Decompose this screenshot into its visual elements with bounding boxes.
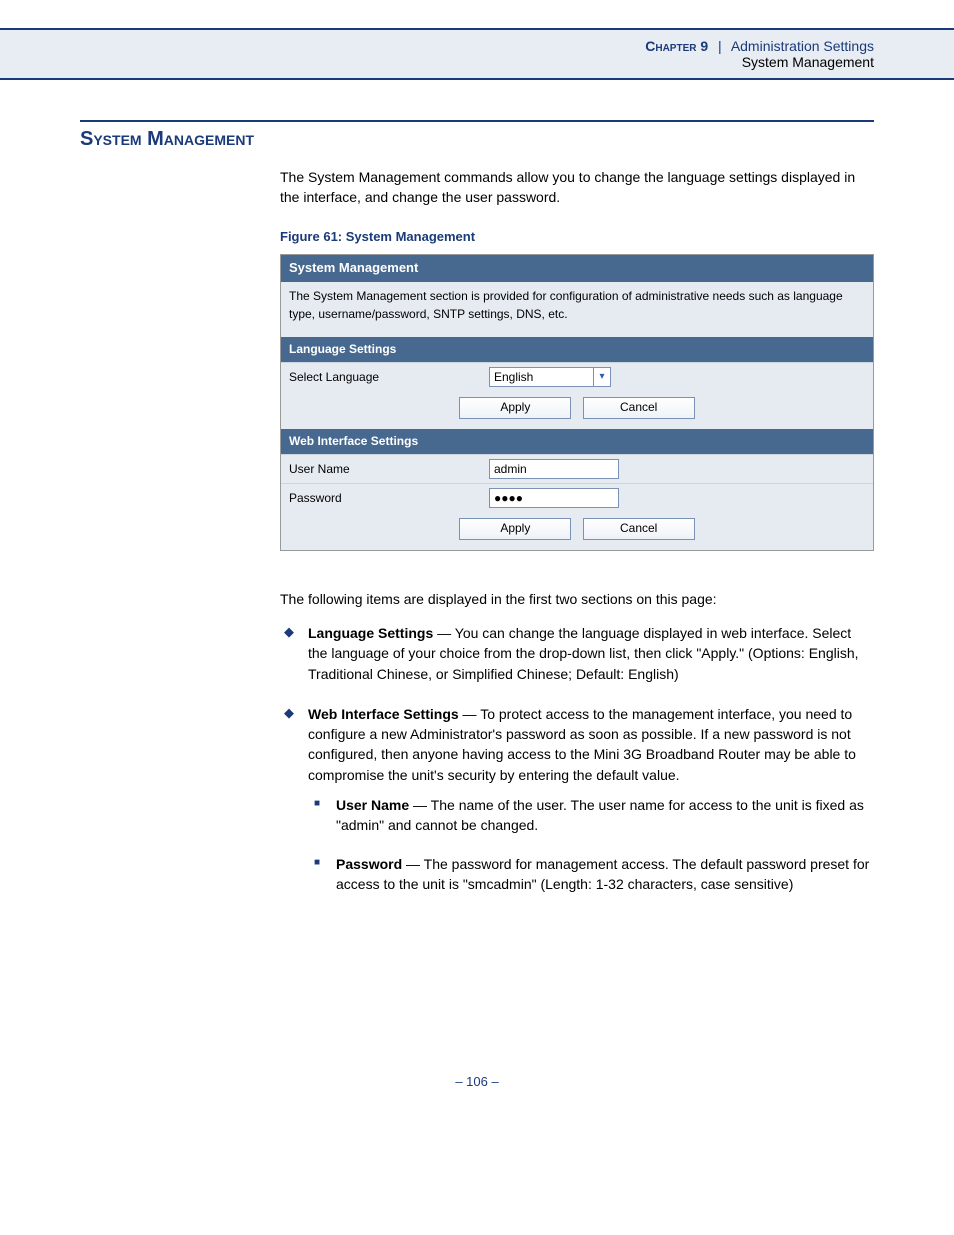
figure-caption: Figure 61: System Management [280,228,874,247]
follow-text: The following items are displayed in the… [280,589,874,609]
language-settings-header: Language Settings [281,337,873,362]
panel-description: The System Management section is provide… [281,282,873,337]
language-select[interactable]: English ▾ [489,367,611,387]
figure-screenshot: System Management The System Management … [280,254,874,550]
cancel-button[interactable]: Cancel [583,397,695,418]
chapter-label: Chapter 9 [645,38,708,54]
password-label: Password [289,490,489,507]
header-title: Administration Settings [731,38,874,54]
language-label: Select Language [289,369,489,386]
username-row: User Name admin [281,454,873,483]
sub-bullet-text: — The password for management access. Th… [336,856,869,892]
header-subtitle: System Management [0,54,874,70]
web-button-row: Apply Cancel [281,512,873,549]
language-button-row: Apply Cancel [281,391,873,428]
page-header: Chapter 9 | Administration Settings Syst… [0,28,954,80]
section-divider [80,120,874,122]
page-number: – 106 – [0,1074,954,1119]
web-interface-settings-header: Web Interface Settings [281,429,873,454]
sub-bullet-password: Password — The password for management a… [308,854,874,895]
sub-bullet-username: User Name — The name of the user. The us… [308,795,874,836]
apply-button[interactable]: Apply [459,518,571,539]
bullet-language-settings: Language Settings — You can change the l… [280,623,874,684]
header-separator: | [718,38,722,54]
password-row: Password ●●●● [281,483,873,512]
sub-bullet-title: User Name [336,797,409,813]
bullet-title: Language Settings [308,625,433,641]
bullet-title: Web Interface Settings [308,706,459,722]
language-select-value: English [490,369,593,386]
section-title: System Management [80,128,874,151]
username-label: User Name [289,461,489,478]
username-input[interactable]: admin [489,459,619,479]
language-row: Select Language English ▾ [281,362,873,391]
panel-title-bar: System Management [281,255,873,282]
sub-bullet-title: Password [336,856,402,872]
password-input[interactable]: ●●●● [489,488,619,508]
cancel-button[interactable]: Cancel [583,518,695,539]
apply-button[interactable]: Apply [459,397,571,418]
top-bullet-list: Language Settings — You can change the l… [280,623,874,894]
sub-bullet-text: — The name of the user. The user name fo… [336,797,864,833]
bullet-web-interface-settings: Web Interface Settings — To protect acce… [280,704,874,894]
chevron-down-icon[interactable]: ▾ [593,368,610,386]
intro-paragraph: The System Management commands allow you… [280,167,874,208]
sub-bullet-list: User Name — The name of the user. The us… [308,795,874,894]
